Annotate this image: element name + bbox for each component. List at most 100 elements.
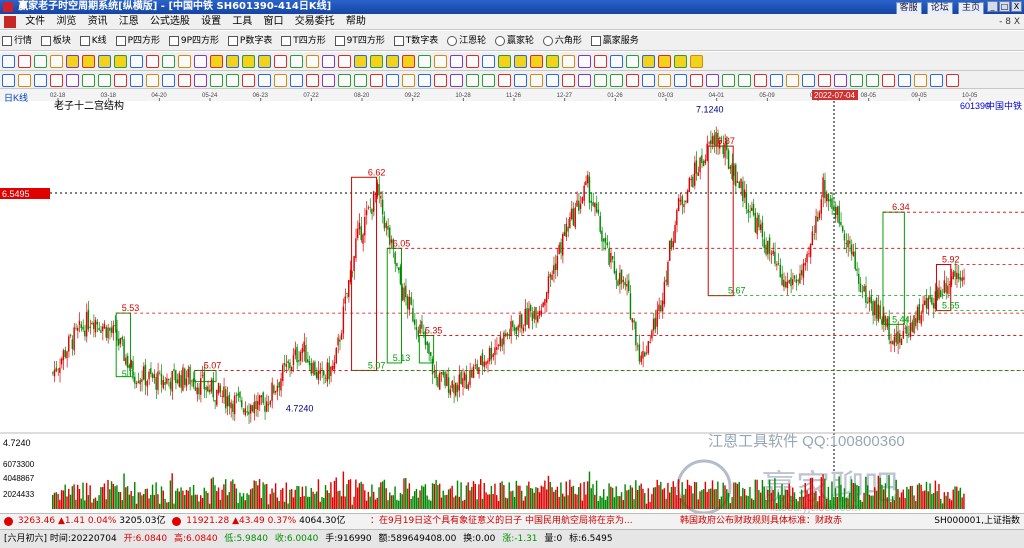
indicator-tool-20-icon[interactable] — [306, 74, 319, 87]
indicator-tool-56-icon[interactable] — [882, 74, 895, 87]
indicator-tool-26-icon[interactable] — [402, 74, 415, 87]
draw-tool-34-icon[interactable] — [530, 55, 543, 68]
indicator-tool-39-icon[interactable] — [610, 74, 623, 87]
menu-trade[interactable]: 交易委托 — [291, 14, 339, 30]
indicator-tool-31-icon[interactable] — [482, 74, 495, 87]
indicator-tool-58-icon[interactable] — [914, 74, 927, 87]
draw-tool-27-icon[interactable] — [418, 55, 431, 68]
indicator-tool-23-icon[interactable] — [354, 74, 367, 87]
mdi-controls[interactable]: - 8 X — [999, 14, 1020, 30]
draw-tool-17-icon[interactable] — [258, 55, 271, 68]
menu-help[interactable]: 帮助 — [342, 14, 370, 30]
indicator-tool-30-icon[interactable] — [466, 74, 479, 87]
indicator-tool-42-icon[interactable] — [658, 74, 671, 87]
sh-index-value[interactable]: 3263.46 — [18, 516, 55, 526]
draw-tool-23-icon[interactable] — [354, 55, 367, 68]
indicator-tool-53-icon[interactable] — [834, 74, 847, 87]
draw-tool-11-icon[interactable] — [162, 55, 175, 68]
indicator-tool-6-icon[interactable] — [82, 74, 95, 87]
draw-tool-14-icon[interactable] — [210, 55, 223, 68]
indicator-tool-40-icon[interactable] — [626, 74, 639, 87]
indicator-tool-47-icon[interactable] — [738, 74, 751, 87]
draw-tool-18-icon[interactable] — [274, 55, 287, 68]
draw-tool-41-icon[interactable] — [642, 55, 655, 68]
indicator-tool-10-icon[interactable] — [146, 74, 159, 87]
indicator-tool-37-icon[interactable] — [578, 74, 591, 87]
indicator-tool-15-icon[interactable] — [226, 74, 239, 87]
indicator-tool-48-icon[interactable] — [754, 74, 767, 87]
draw-tool-4-icon[interactable] — [50, 55, 63, 68]
indicator-tool-55-icon[interactable] — [866, 74, 879, 87]
draw-tool-40-icon[interactable] — [626, 55, 639, 68]
indicator-tool-52-icon[interactable] — [818, 74, 831, 87]
draw-tool-31-icon[interactable] — [482, 55, 495, 68]
indicator-tool-21-icon[interactable] — [322, 74, 335, 87]
indicator-tool-50-icon[interactable] — [786, 74, 799, 87]
news-ticker-2[interactable]: 韩国政府公布财政规则具体标准：财政赤 — [680, 514, 920, 529]
indicator-tool-59-icon[interactable] — [930, 74, 943, 87]
maximize-button[interactable]: □ — [999, 1, 1010, 12]
toolbar-gann-wheel-button[interactable]: 江恩轮 — [445, 31, 490, 51]
draw-tool-30-icon[interactable] — [466, 55, 479, 68]
draw-tool-32-icon[interactable] — [498, 55, 511, 68]
toolbar-9p-square-button[interactable]: 9P四方形 — [167, 31, 223, 51]
indicator-tool-44-icon[interactable] — [690, 74, 703, 87]
indicator-tool-19-icon[interactable] — [290, 74, 303, 87]
draw-tool-35-icon[interactable] — [546, 55, 559, 68]
draw-tool-12-icon[interactable] — [178, 55, 191, 68]
indicator-tool-18-icon[interactable] — [274, 74, 287, 87]
sz-index-value[interactable]: 11921.28 — [186, 516, 229, 526]
draw-tool-6-icon[interactable] — [82, 55, 95, 68]
indicator-tool-57-icon[interactable] — [898, 74, 911, 87]
draw-tool-44-icon[interactable] — [690, 55, 703, 68]
menu-tools[interactable]: 工具 — [228, 14, 256, 30]
indicator-tool-46-icon[interactable] — [722, 74, 735, 87]
menu-formula[interactable]: 公式选股 — [146, 14, 194, 30]
kline-chart[interactable]: 02-18 03-18 04-20 05-24 06-23 07-22 08-20 09-22… — [0, 89, 1024, 513]
draw-tool-39-icon[interactable] — [610, 55, 623, 68]
indicator-tool-51-icon[interactable] — [802, 74, 815, 87]
menu-file[interactable]: 文件 — [21, 14, 49, 30]
draw-tool-26-icon[interactable] — [402, 55, 415, 68]
draw-tool-33-icon[interactable] — [514, 55, 527, 68]
menu-gann[interactable]: 江恩 — [115, 14, 143, 30]
indicator-tool-38-icon[interactable] — [594, 74, 607, 87]
indicator-tool-14-icon[interactable] — [210, 74, 223, 87]
toolbar-hexagon-button[interactable]: 六角形 — [541, 31, 586, 51]
indicator-tool-11-icon[interactable] — [162, 74, 175, 87]
indicator-tool-17-icon[interactable] — [258, 74, 271, 87]
app-menu-icon[interactable] — [4, 16, 16, 28]
draw-tool-28-icon[interactable] — [434, 55, 447, 68]
draw-tool-25-icon[interactable] — [386, 55, 399, 68]
indicator-tool-28-icon[interactable] — [434, 74, 447, 87]
indicator-tool-9-icon[interactable] — [130, 74, 143, 87]
draw-tool-5-icon[interactable] — [66, 55, 79, 68]
indicator-tool-32-icon[interactable] — [498, 74, 511, 87]
draw-tool-13-icon[interactable] — [194, 55, 207, 68]
draw-tool-10-icon[interactable] — [146, 55, 159, 68]
indicator-tool-25-icon[interactable] — [386, 74, 399, 87]
menu-window[interactable]: 窗口 — [260, 14, 288, 30]
indicator-tool-33-icon[interactable] — [514, 74, 527, 87]
indicator-tool-16-icon[interactable] — [242, 74, 255, 87]
indicator-tool-60-icon[interactable] — [946, 74, 959, 87]
indicator-tool-8-icon[interactable] — [114, 74, 127, 87]
indicator-tool-4-icon[interactable] — [50, 74, 63, 87]
indicator-tool-35-icon[interactable] — [546, 74, 559, 87]
indicator-tool-1-icon[interactable] — [2, 74, 15, 87]
indicator-tool-24-icon[interactable] — [370, 74, 383, 87]
toolbar-p-table-button[interactable]: P数字表 — [226, 31, 276, 51]
toolbar-t-square-button[interactable]: T四方形 — [279, 31, 330, 51]
menu-settings[interactable]: 设置 — [197, 14, 225, 30]
indicator-tool-36-icon[interactable] — [562, 74, 575, 87]
indicator-tool-22-icon[interactable] — [338, 74, 351, 87]
draw-tool-24-icon[interactable] — [370, 55, 383, 68]
toolbar-service-button[interactable]: 赢家服务 — [589, 31, 643, 51]
draw-tool-36-icon[interactable] — [562, 55, 575, 68]
indicator-tool-29-icon[interactable] — [450, 74, 463, 87]
draw-tool-19-icon[interactable] — [290, 55, 303, 68]
toolbar-p-square-button[interactable]: P四方形 — [114, 31, 164, 51]
toolbar-winner-wheel-button[interactable]: 赢家轮 — [493, 31, 538, 51]
draw-tool-37-icon[interactable] — [578, 55, 591, 68]
indicator-tool-41-icon[interactable] — [642, 74, 655, 87]
